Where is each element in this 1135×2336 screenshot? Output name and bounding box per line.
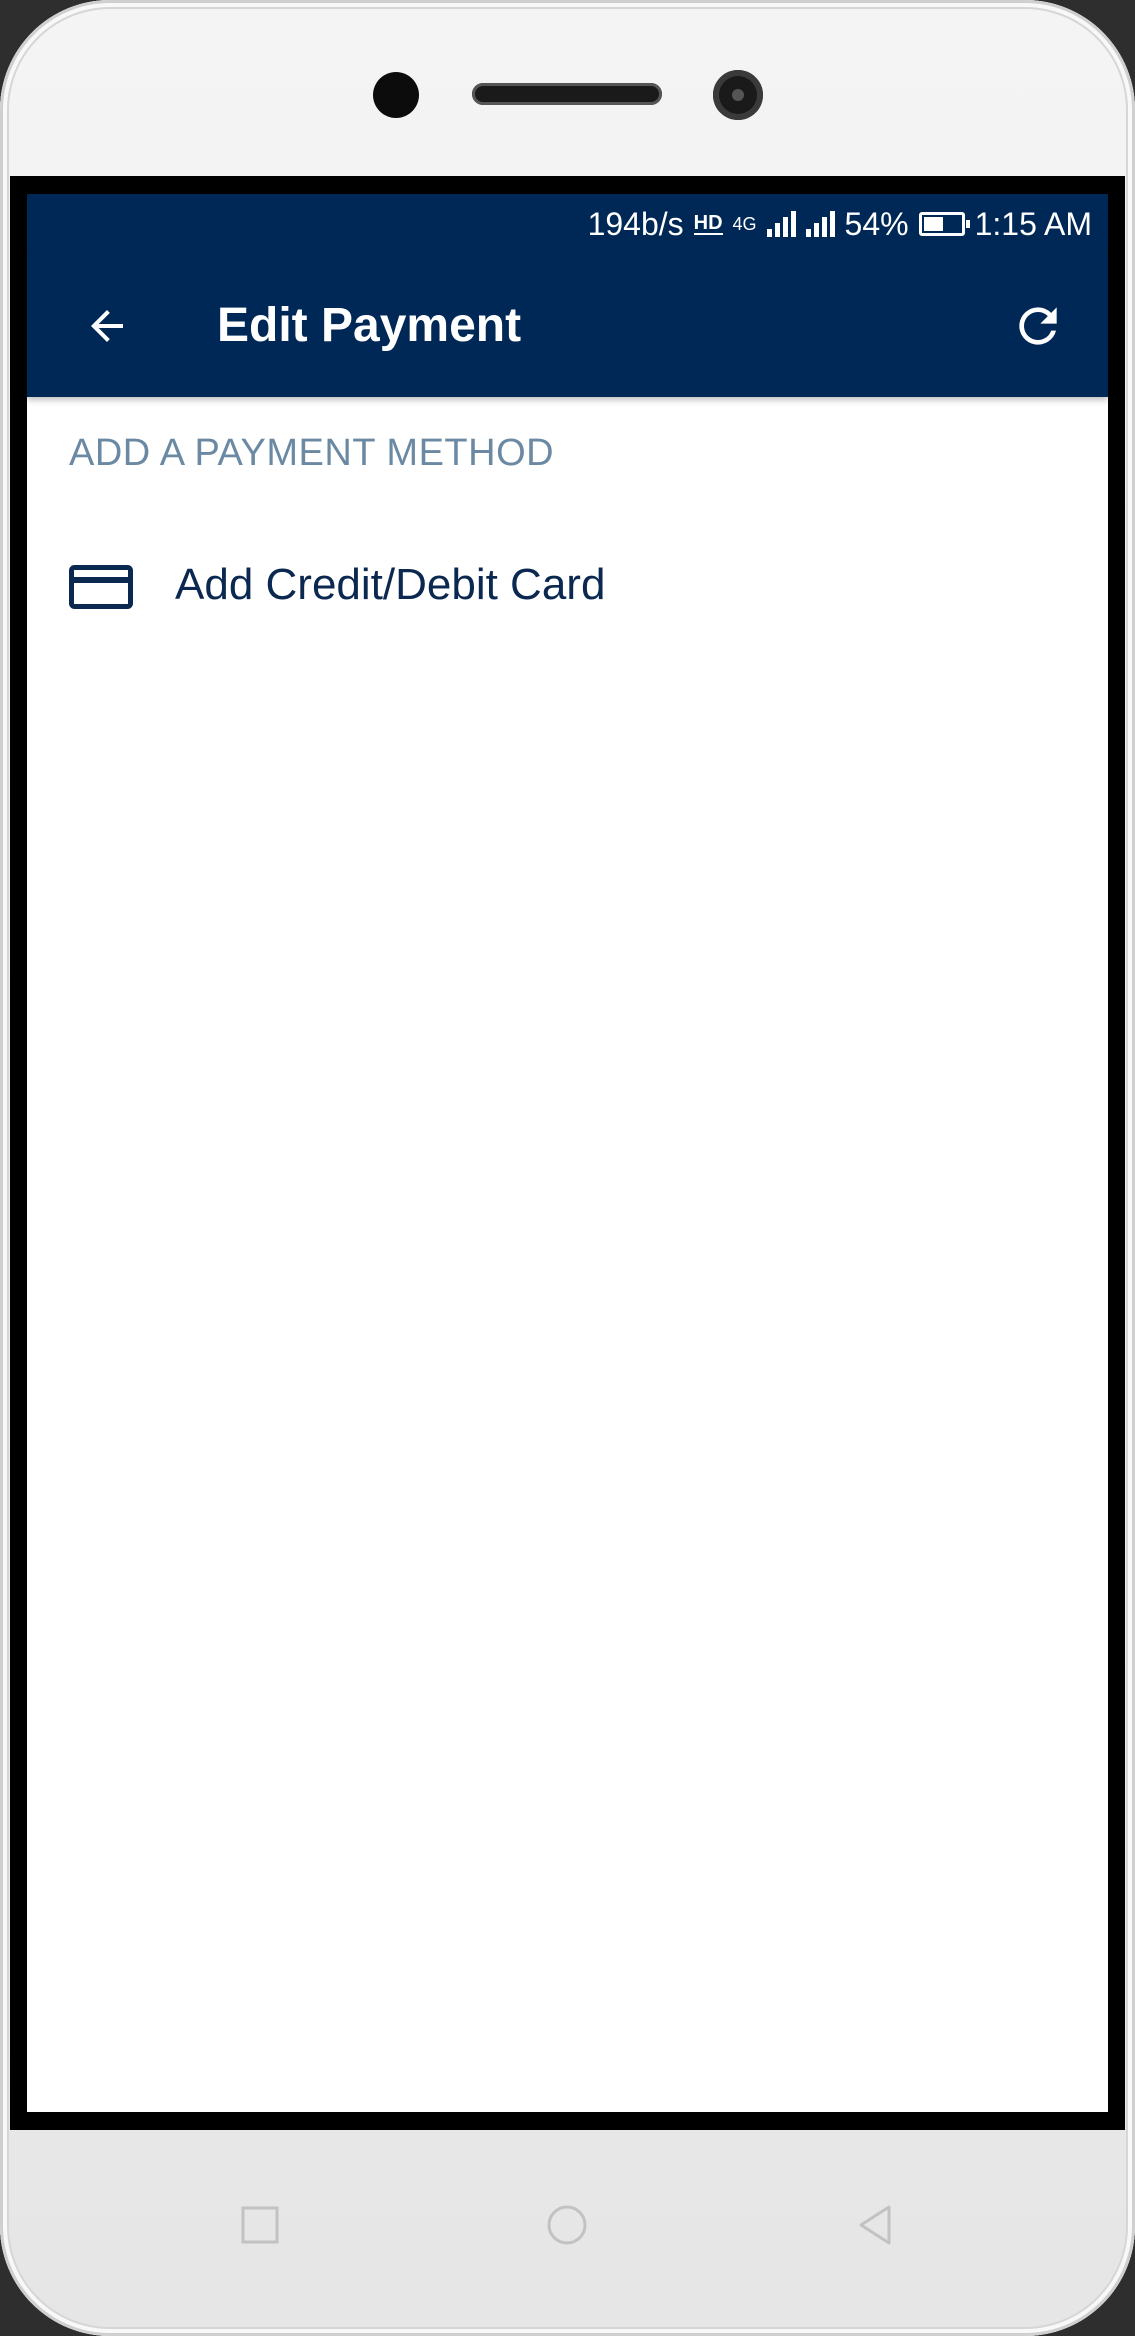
status-indicators: 194b/s HD 4G 54% 1:15 AM: [588, 194, 1092, 254]
section-header: ADD A PAYMENT METHOD: [69, 432, 555, 474]
recent-apps-button[interactable]: [220, 2185, 300, 2265]
hd-voice-icon: HD: [693, 212, 723, 235]
signal-icon-2: [805, 211, 835, 237]
home-button[interactable]: [527, 2185, 607, 2265]
proximity-sensor: [713, 70, 763, 120]
add-card-label: Add Credit/Debit Card: [175, 560, 606, 609]
signal-icon: [766, 211, 796, 237]
net-speed: 194b/s: [587, 205, 684, 242]
network-type: 4G: [732, 213, 757, 234]
credit-card-icon: [69, 565, 133, 609]
add-card-option[interactable]: Add Credit/Debit Card: [27, 514, 1108, 664]
app-toolbar: Edit Payment: [27, 254, 1108, 397]
refresh-icon: [1019, 307, 1057, 345]
back-button[interactable]: [67, 286, 147, 366]
phone-frame: 194b/s HD 4G 54% 1:15 AM Edit Payment AD…: [0, 0, 1135, 2336]
screen: 194b/s HD 4G 54% 1:15 AM Edit Payment AD…: [27, 194, 1108, 2112]
recent-apps-icon: [241, 2206, 279, 2244]
nav-back-button[interactable]: [835, 2185, 915, 2265]
system-nav-bar: [0, 2150, 1135, 2300]
page-title: Edit Payment: [217, 299, 522, 352]
back-icon: [859, 2205, 891, 2245]
earpiece-speaker: [472, 83, 662, 105]
clock: 1:15 AM: [974, 205, 1092, 242]
status-bar: 194b/s HD 4G 54% 1:15 AM: [27, 194, 1108, 254]
front-camera: [373, 72, 419, 118]
battery-icon: [918, 212, 970, 236]
home-icon: [547, 2205, 587, 2245]
arrow-left-icon: [91, 310, 123, 342]
battery-percent: 54%: [844, 205, 909, 242]
refresh-button[interactable]: [998, 286, 1078, 366]
